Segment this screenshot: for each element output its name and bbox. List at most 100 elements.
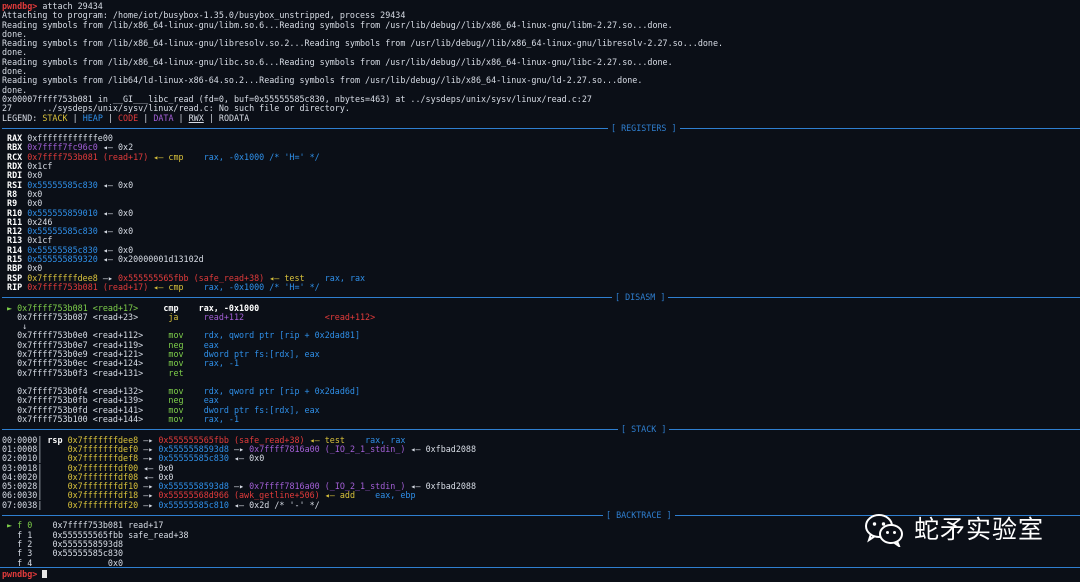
register-rcx: RCX 0x7ffff753b081 (read+17) ◂— cmp rax,… <box>2 153 1080 162</box>
disasm-line: 0x7ffff753b100 <read+144> mov rax, -1 <box>2 415 1080 424</box>
watermark-text: 蛇矛实验室 <box>914 515 1045 544</box>
register-name-rbx: RBX <box>2 143 28 153</box>
disasm-addr: 0x7ffff753b087 <read+23> <box>2 312 139 322</box>
disasm-mnemonic: mov <box>143 415 204 425</box>
disasm-ops: read+112 <box>203 312 245 322</box>
register-name-r10: R10 <box>2 208 28 218</box>
stack-offset: 01:0008 <box>2 444 38 454</box>
disasm-mnemonic: cmp <box>138 303 199 313</box>
disasm-addr: 0x7ffff753b0f3 <read+131> <box>2 368 144 378</box>
prompt: pwndbg> <box>2 570 38 579</box>
stack-address: 0x7fffffffdf20 <box>62 500 139 510</box>
arrow: —▸ <box>138 454 159 464</box>
disasm-target: <read+112> <box>244 312 376 322</box>
section-title-stack: [ STACK ] <box>618 425 670 435</box>
stack-row: 02:0010│ 0x7fffffffdef8 —▸ 0x55555585c83… <box>2 454 1080 463</box>
register-value-rdx: 0x1cf <box>27 162 53 172</box>
output-text: done. <box>2 85 28 95</box>
output-line: done. <box>2 67 1080 76</box>
disasm-ops: eax <box>203 340 219 350</box>
disasm-ops: rax, -1 <box>203 359 239 369</box>
stack-pointer: 0x7ffff7816a00 (_IO_2_1_stdin_) <box>249 482 406 492</box>
register-value-r13: 0x1cf <box>27 236 53 246</box>
down-arrow-icon: ↓ <box>2 322 28 332</box>
disasm-jump-arrow: ↓ <box>2 322 1080 331</box>
disasm-ops: rdx, qword ptr [rip + 0x2dad81] <box>203 331 361 341</box>
section-disasm: [ DISASM ] <box>2 292 1080 303</box>
frame-marker: ► <box>2 521 18 531</box>
register-value-r10: 0x555555859010 <box>27 208 98 218</box>
stack-offset: 02:0010 <box>2 454 38 464</box>
deref: ◂— 0x0 <box>97 227 134 237</box>
stack-offset: 05:0028 <box>2 482 38 492</box>
stack-deref: ◂— test <box>304 435 345 445</box>
section-title-backtrace: [ BACKTRACE ] <box>603 510 675 521</box>
register-value-r12: 0x55555585c830 <box>27 227 98 237</box>
stack-deref: ◂— 0x0 <box>138 463 174 473</box>
stack-row: 05:0028│ 0x7fffffffdf10 —▸ 0x5555558593d… <box>2 482 1080 491</box>
disasm-addr: 0x7ffff753b0f4 <read+132> <box>2 387 144 397</box>
output-text: Reading symbols from /lib64/ld-linux-x86… <box>2 76 643 86</box>
legend-sep: | <box>67 113 83 123</box>
disasm-ops: dword ptr fs:[rdx], eax <box>203 349 320 359</box>
backtrace-frame: f 3 0x55555585c830 <box>2 549 1080 558</box>
legend-item: RWX <box>188 113 204 123</box>
disasm-line: 0x7ffff753b0ec <read+124> mov rax, -1 <box>2 359 1080 368</box>
stack-deref: ◂— 0xfbad2088 <box>405 444 477 454</box>
disasm-mnemonic: mov <box>143 387 204 397</box>
stack-offset: 06:0030 <box>2 491 38 501</box>
disasm-ops: dword ptr fs:[rdx], eax <box>203 405 320 415</box>
stack-deref: ◂— 0xfbad2088 <box>405 482 477 492</box>
deref-ops: rax, rax <box>304 273 366 283</box>
frame-symbol <box>123 549 128 558</box>
register-name-r12: R12 <box>2 227 28 237</box>
register-value-r11: 0x246 <box>27 217 53 227</box>
stack-address: 0x7fffffffdee8 <box>62 435 139 445</box>
register-name-rsp: RSP <box>2 273 28 283</box>
frame-number: f 2 <box>17 539 33 549</box>
arrow: —▸ <box>228 482 250 492</box>
arrow: —▸ <box>97 273 118 283</box>
deref: ◂— 0x0 <box>97 208 134 218</box>
register-r9: R9 0x0 <box>2 199 1080 208</box>
register-value-rip: 0x7ffff753b081 (read+17) <box>27 282 149 292</box>
disasm-mnemonic: mov <box>143 349 204 359</box>
output-text: Reading symbols from /lib/x86_64-linux-g… <box>2 20 673 30</box>
register-rdi: RDI 0x0 <box>2 171 1080 180</box>
output-text: done. <box>2 67 28 77</box>
stack-address: 0x7fffffffdef0 <box>62 444 139 454</box>
register-rip: RIP 0x7ffff753b081 (read+17) ◂— cmp rax,… <box>2 283 1080 292</box>
stack-address: 0x7fffffffdf10 <box>62 482 139 492</box>
stack-pointer: 0x7ffff7816a00 (_IO_2_1_stdin_) <box>249 444 406 454</box>
output-line: Reading symbols from /lib/x86_64-linux-g… <box>2 21 1080 30</box>
terminal-window[interactable]: pwndbg> attach 29434 Attaching to program… <box>0 0 1080 582</box>
frame-symbol <box>123 540 128 549</box>
legend-sep: | <box>203 113 219 123</box>
disasm-current: ► 0x7ffff753b081 <read+17> cmp rax, -0x1… <box>2 304 1080 313</box>
disasm-ops: eax <box>203 396 219 406</box>
frame-marker <box>2 549 17 558</box>
stack-row: 01:0008│ 0x7fffffffdef0 —▸ 0x5555558593d… <box>2 445 1080 454</box>
prompt: pwndbg> <box>2 2 38 11</box>
stack-register <box>47 464 62 473</box>
disasm-next: 0x7ffff753b087 <read+23> ja read+112 <re… <box>2 313 1080 322</box>
frame-address: 0x555555565fbb <box>32 530 124 540</box>
register-rax: RAX 0xffffffffffffe00 <box>2 134 1080 143</box>
register-name-rip: RIP <box>2 282 28 292</box>
register-value-rbp: 0x0 <box>27 264 43 274</box>
deref: ◂— 0x0 <box>97 245 134 255</box>
blank <box>2 378 7 387</box>
legend-item: CODE <box>118 113 139 123</box>
disasm-mnemonic: ja <box>138 312 204 322</box>
terminal-cursor[interactable] <box>42 570 48 578</box>
stack-address: 0x7fffffffdf08 <box>62 472 139 482</box>
disasm-ops: rax, -1 <box>203 415 239 425</box>
stack-row: 03:0018│ 0x7fffffffdf00 ◂— 0x0 <box>2 464 1080 473</box>
stack-separator: │ <box>37 463 48 473</box>
register-r14: R14 0x55555585c830 ◂— 0x0 <box>2 246 1080 255</box>
stack-deref: ◂— 0x0 <box>138 472 174 482</box>
legend-item: RODATA <box>218 113 250 123</box>
output-line: 27 ../sysdeps/unix/sysv/linux/read.c: No… <box>2 104 1080 113</box>
current-marker: ► <box>2 303 18 313</box>
stack-pointer: 0x55555568d966 (awk_getline+506) <box>158 491 320 501</box>
